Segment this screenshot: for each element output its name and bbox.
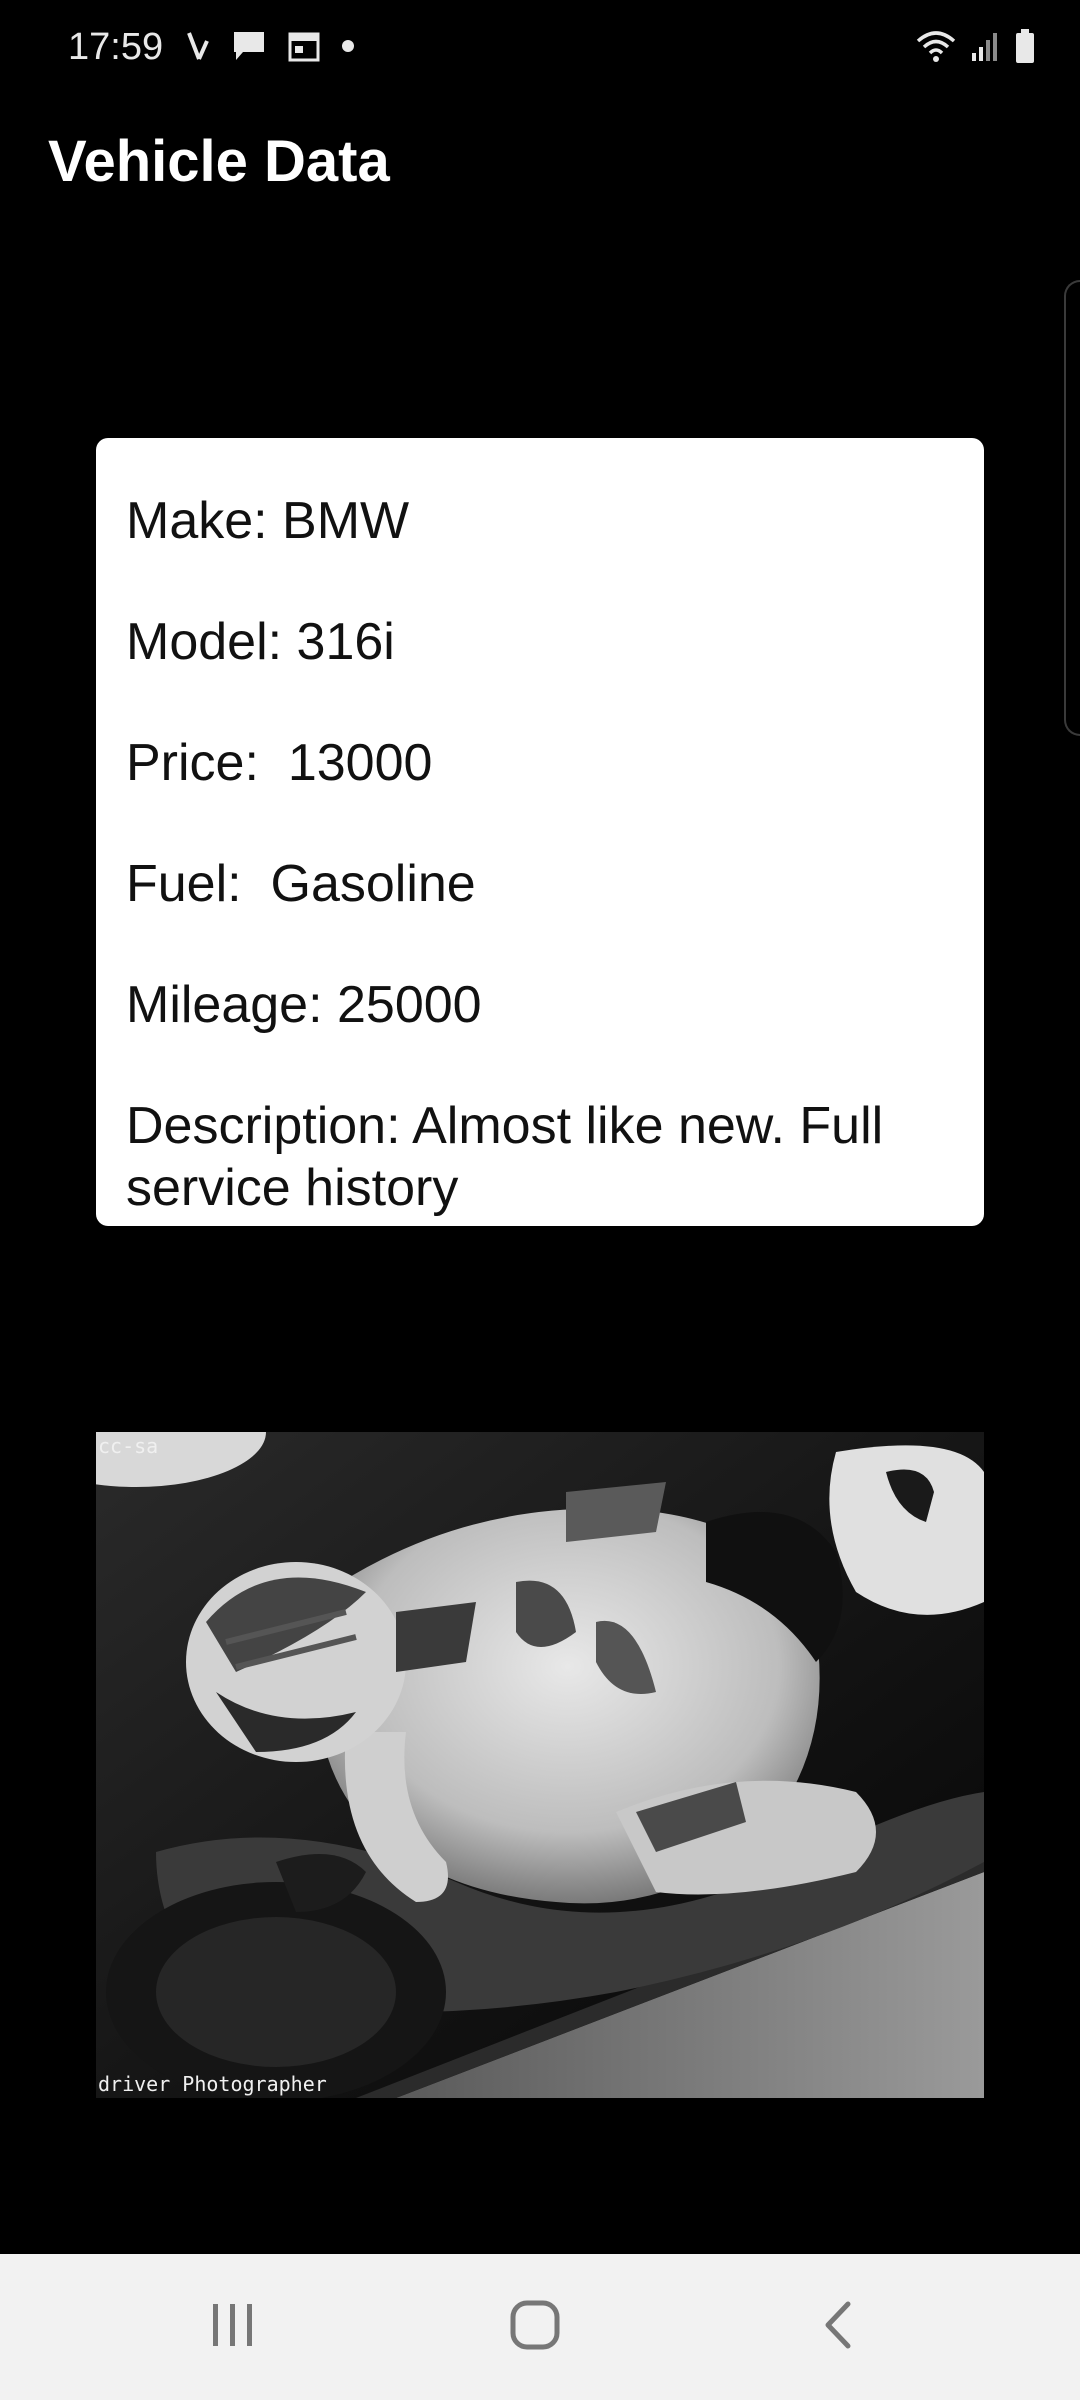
motorcycle-photo-illustration (96, 1432, 984, 2098)
status-time: 17:59 (68, 26, 164, 68)
calendar-icon (287, 29, 321, 68)
battery-icon (1014, 28, 1036, 69)
recent-apps-icon (209, 2302, 257, 2353)
photo-license-label: cc-sa (98, 1434, 159, 1458)
photo-credit-label: driver Photographer (98, 2072, 327, 2096)
notification-icons (185, 28, 355, 68)
wifi-icon (916, 29, 956, 68)
status-bar: 17:59 (0, 0, 1080, 96)
system-icons (916, 28, 1036, 68)
signal-icon (970, 29, 1000, 68)
vehicle-details-card: Make: BMW Model: 316i Price: 13000 Fuel:… (96, 438, 984, 1226)
back-icon (820, 2300, 854, 2355)
dot-icon (341, 39, 355, 58)
navigation-bar (0, 2254, 1080, 2400)
recent-apps-button[interactable] (153, 2254, 313, 2400)
back-button[interactable] (757, 2254, 917, 2400)
home-icon (509, 2299, 561, 2356)
price-text: Price: 13000 (126, 734, 433, 792)
home-button[interactable] (455, 2254, 615, 2400)
chat-bubble-icon (231, 29, 267, 68)
fuel-text: Fuel: Gasoline (126, 855, 476, 913)
page-title: Vehicle Data (48, 129, 390, 194)
edge-panel-handle[interactable] (1064, 280, 1080, 736)
vehicle-photo: cc-sa driver Photographer (96, 1432, 984, 2098)
mileage-text: Mileage: 25000 (126, 976, 482, 1034)
description-text: Description: Almost like new. Full servi… (126, 1097, 898, 1217)
make-text: Make: BMW (126, 492, 410, 550)
model-text: Model: 316i (126, 613, 395, 671)
missed-call-icon (185, 29, 211, 68)
